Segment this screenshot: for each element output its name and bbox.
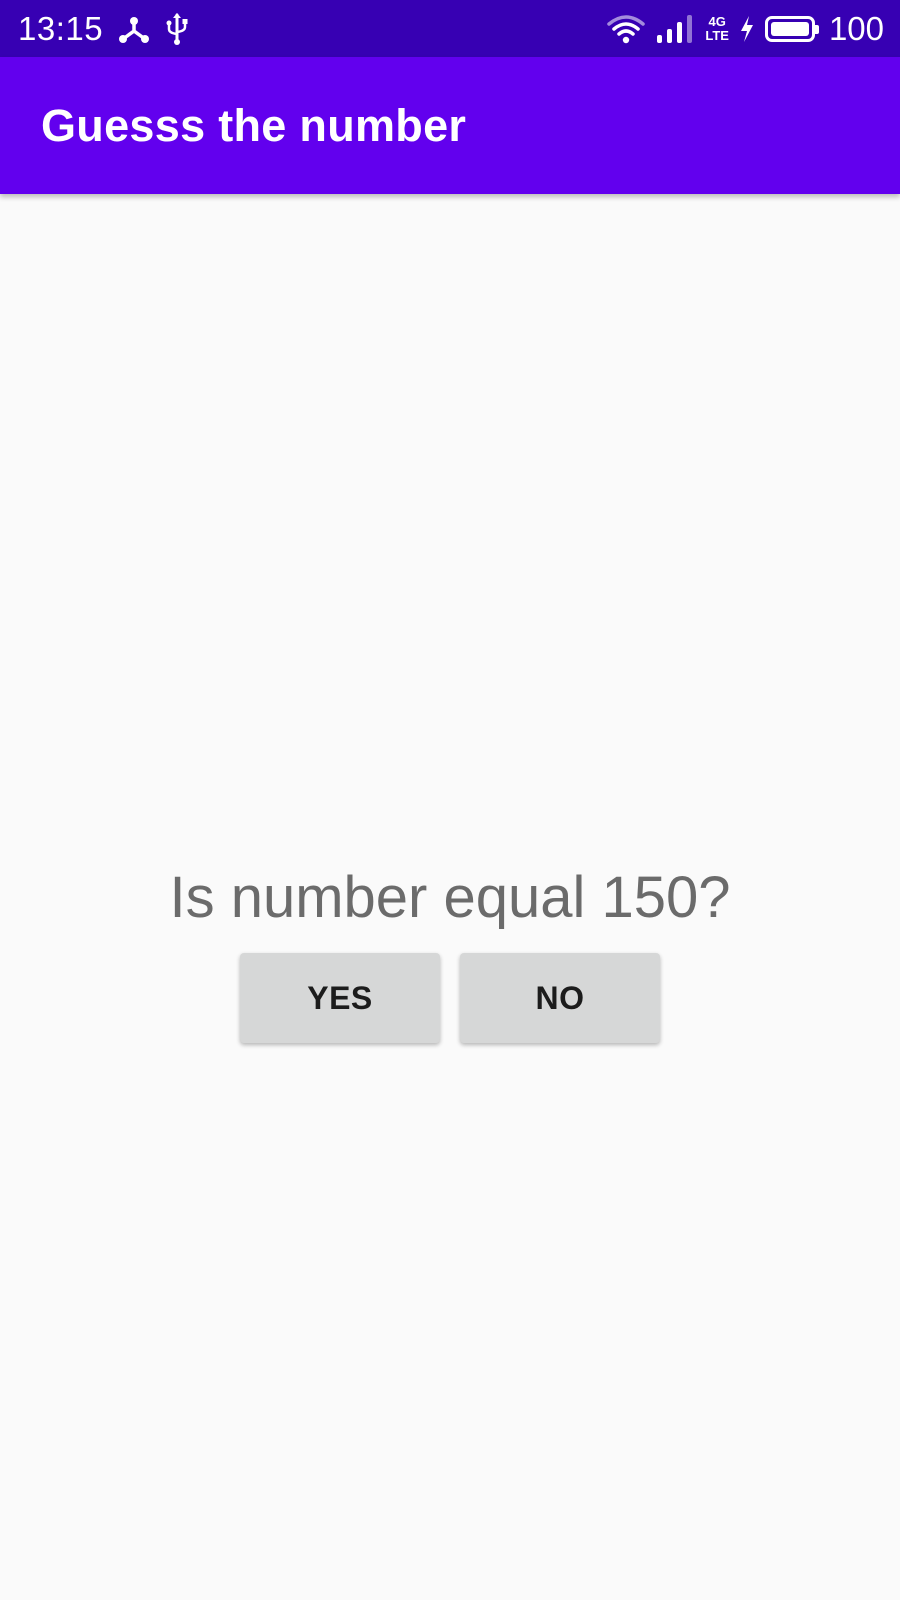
main-content: Is number equal 150? YES NO bbox=[0, 194, 900, 1600]
signal-icon bbox=[655, 13, 695, 45]
app-title: Guesss the number bbox=[41, 99, 467, 151]
network-type-top: 4G bbox=[708, 13, 726, 29]
yes-button[interactable]: YES bbox=[240, 953, 440, 1043]
wifi-icon bbox=[607, 14, 646, 44]
battery-fill bbox=[770, 21, 809, 36]
battery-level: 100 bbox=[828, 9, 884, 47]
answer-buttons: YES NO bbox=[0, 953, 900, 1043]
battery-icon bbox=[764, 15, 819, 42]
no-button[interactable]: NO bbox=[460, 953, 660, 1043]
usb-icon bbox=[165, 12, 189, 46]
network-type-bottom: LTE bbox=[705, 27, 729, 43]
status-time: 13:15 bbox=[18, 9, 104, 47]
status-bar: 13:15 4G LTE 100 bbox=[0, 0, 900, 57]
charging-icon bbox=[739, 15, 755, 43]
status-left: 13:15 bbox=[18, 10, 189, 48]
share-icon bbox=[117, 12, 151, 46]
network-type-indicator: 4G LTE bbox=[705, 13, 729, 43]
question-text: Is number equal 150? bbox=[169, 865, 731, 930]
app-bar: Guesss the number bbox=[0, 57, 900, 194]
status-right: 4G LTE 100 bbox=[607, 10, 884, 48]
